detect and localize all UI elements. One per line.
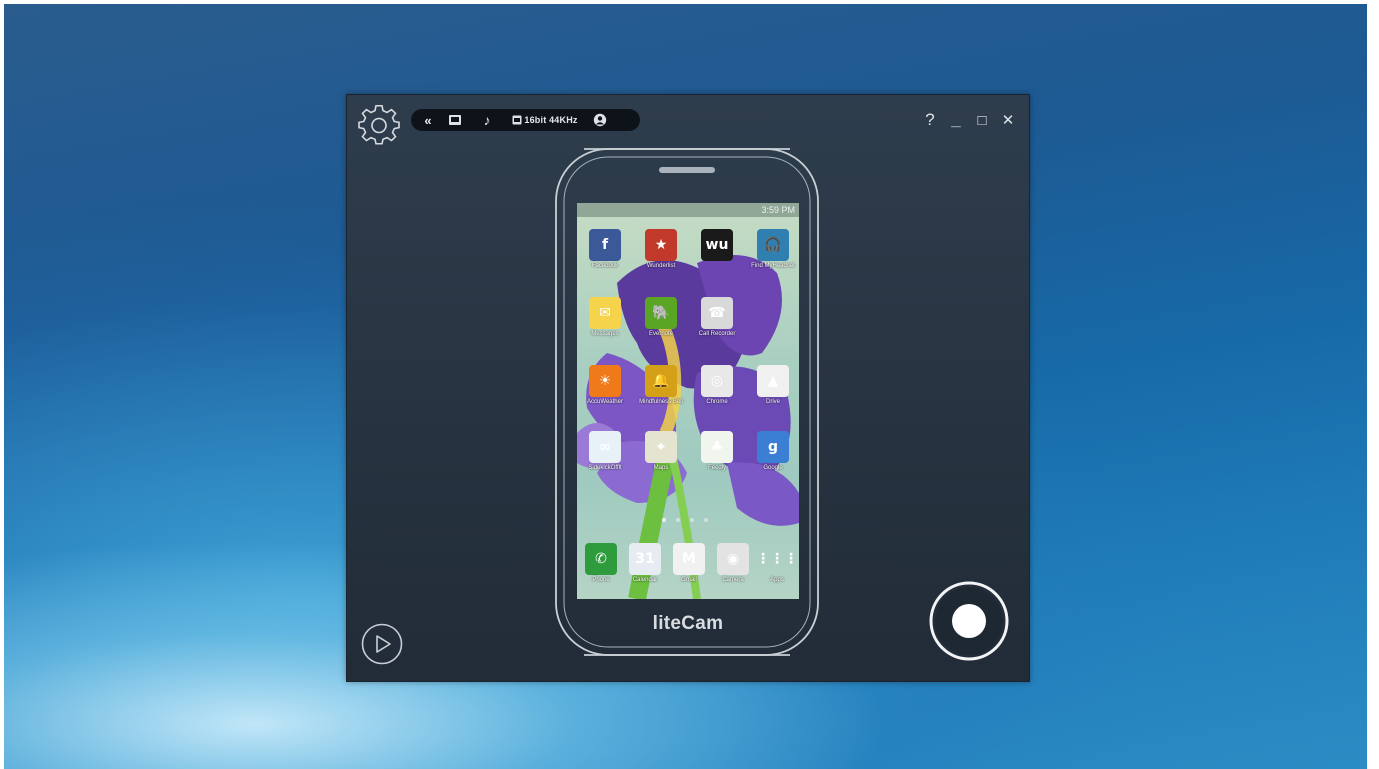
app-glyph: 🐘 (652, 305, 670, 321)
app-glyph: ∞ (599, 439, 611, 455)
app-label: Apps (770, 577, 784, 583)
app-icon[interactable]: ⋮⋮⋮ (756, 543, 798, 575)
app-label: Call Recorder (698, 331, 736, 337)
app-glyph: M (682, 551, 696, 567)
app-icon[interactable]: wu (701, 229, 733, 261)
minimize-button[interactable]: _ (949, 110, 963, 129)
app-icon[interactable]: 🔔 (645, 365, 677, 397)
app-glyph: ◎ (710, 373, 724, 389)
settings-button[interactable] (357, 104, 401, 148)
app-label: Feedly (707, 465, 726, 471)
app-glyph: ◉ (726, 551, 740, 567)
app-icon[interactable]: ★ (645, 229, 677, 261)
play-icon (361, 623, 403, 665)
app-label: Wunderlist (646, 263, 676, 269)
app-label: SidekickOfflt (588, 465, 622, 471)
capture-toolbar: « ♪ 16bit 44KHz (411, 109, 640, 131)
app-label: Find MyHeadset (751, 263, 795, 269)
audio-quality-button[interactable]: 16bit 44KHz (501, 109, 589, 131)
webcam-icon (593, 113, 607, 127)
app-glyph: g (767, 439, 779, 455)
app-label: Facebook (591, 263, 619, 269)
app-icon[interactable]: M (673, 543, 705, 575)
minimize-icon: _ (951, 110, 961, 129)
maximize-icon: □ (977, 111, 987, 129)
help-button[interactable]: ? (923, 110, 937, 129)
phone-status-bar: 3:59 PM (577, 203, 799, 217)
audio-button[interactable]: ♪ (473, 109, 501, 131)
screen-capture-button[interactable] (437, 109, 473, 131)
phone-screen: 3:59 PM f Facebook ★ Wunderlist wu 🎧 Find MyHe… (577, 203, 799, 599)
screen-capture-icon (449, 115, 461, 125)
app-icon[interactable]: 31 (629, 543, 661, 575)
double-chevron-left-icon: « (424, 112, 432, 128)
app-glyph: ★ (654, 237, 668, 253)
brand-logo: liteCam (652, 613, 724, 634)
webcam-button[interactable] (589, 109, 611, 131)
app-glyph: ▲ (767, 373, 779, 389)
music-note-icon: ♪ (483, 112, 491, 128)
app-icon[interactable]: ▲ (757, 365, 789, 397)
app-glyph: ⌖ (657, 439, 665, 455)
app-icon[interactable]: ◉ (717, 543, 749, 575)
record-icon (929, 581, 1009, 661)
app-icon[interactable]: 🐘 (645, 297, 677, 329)
help-icon: ? (925, 110, 935, 129)
app-glyph: ♣ (710, 439, 724, 455)
record-button[interactable] (928, 580, 1010, 662)
app-label: Evernote (648, 331, 673, 337)
desktop-background: « ♪ 16bit 44KHz ? _ □ ✕ 3:59 PM f Facebo… (4, 4, 1367, 769)
app-glyph: 🔔 (652, 373, 670, 389)
app-glyph: 🎧 (764, 237, 782, 253)
sound-card-icon (512, 115, 522, 125)
app-label: Messages (591, 331, 619, 337)
litecam-window: « ♪ 16bit 44KHz ? _ □ ✕ 3:59 PM f Facebo… (346, 94, 1030, 682)
status-time: 3:59 PM (761, 205, 795, 215)
app-icon[interactable]: ✆ (585, 543, 617, 575)
app-glyph: 31 (635, 551, 655, 567)
app-glyph: ☎ (708, 305, 726, 321)
app-glyph: ✆ (595, 551, 607, 567)
app-icon[interactable]: ☀ (589, 365, 621, 397)
app-label: Drive (765, 399, 780, 405)
app-glyph: wu (705, 237, 729, 253)
app-glyph: ⋮⋮⋮ (756, 551, 798, 567)
window-controls: ? _ □ ✕ (923, 110, 1015, 129)
app-label: Maps (653, 465, 669, 471)
app-icon[interactable]: f (589, 229, 621, 261)
close-icon: ✕ (1001, 112, 1015, 129)
app-glyph: f (601, 237, 609, 253)
page-indicator (662, 518, 708, 522)
app-icon[interactable]: ✉ (589, 297, 621, 329)
app-label: AccuWeather (587, 399, 623, 405)
app-label: Mindfulness Bell (639, 399, 683, 405)
app-label: Chrome (706, 399, 728, 405)
play-button[interactable] (360, 622, 404, 666)
audio-quality-label: 16bit 44KHz (524, 115, 578, 125)
gear-icon (358, 105, 400, 145)
app-icon[interactable]: g (757, 431, 789, 463)
maximize-button[interactable]: □ (975, 111, 989, 129)
app-icon[interactable]: 🎧 (757, 229, 789, 261)
app-icon[interactable]: ☎ (701, 297, 733, 329)
app-icon[interactable]: ♣ (701, 431, 733, 463)
collapse-toolbar-button[interactable]: « (419, 109, 437, 131)
app-icon[interactable]: ∞ (589, 431, 621, 463)
app-glyph: ✉ (599, 305, 611, 321)
app-label: Google (763, 465, 783, 471)
close-button[interactable]: ✕ (1001, 111, 1015, 129)
app-icon[interactable]: ◎ (701, 365, 733, 397)
app-icon[interactable]: ⌖ (645, 431, 677, 463)
app-glyph: ☀ (598, 373, 612, 389)
